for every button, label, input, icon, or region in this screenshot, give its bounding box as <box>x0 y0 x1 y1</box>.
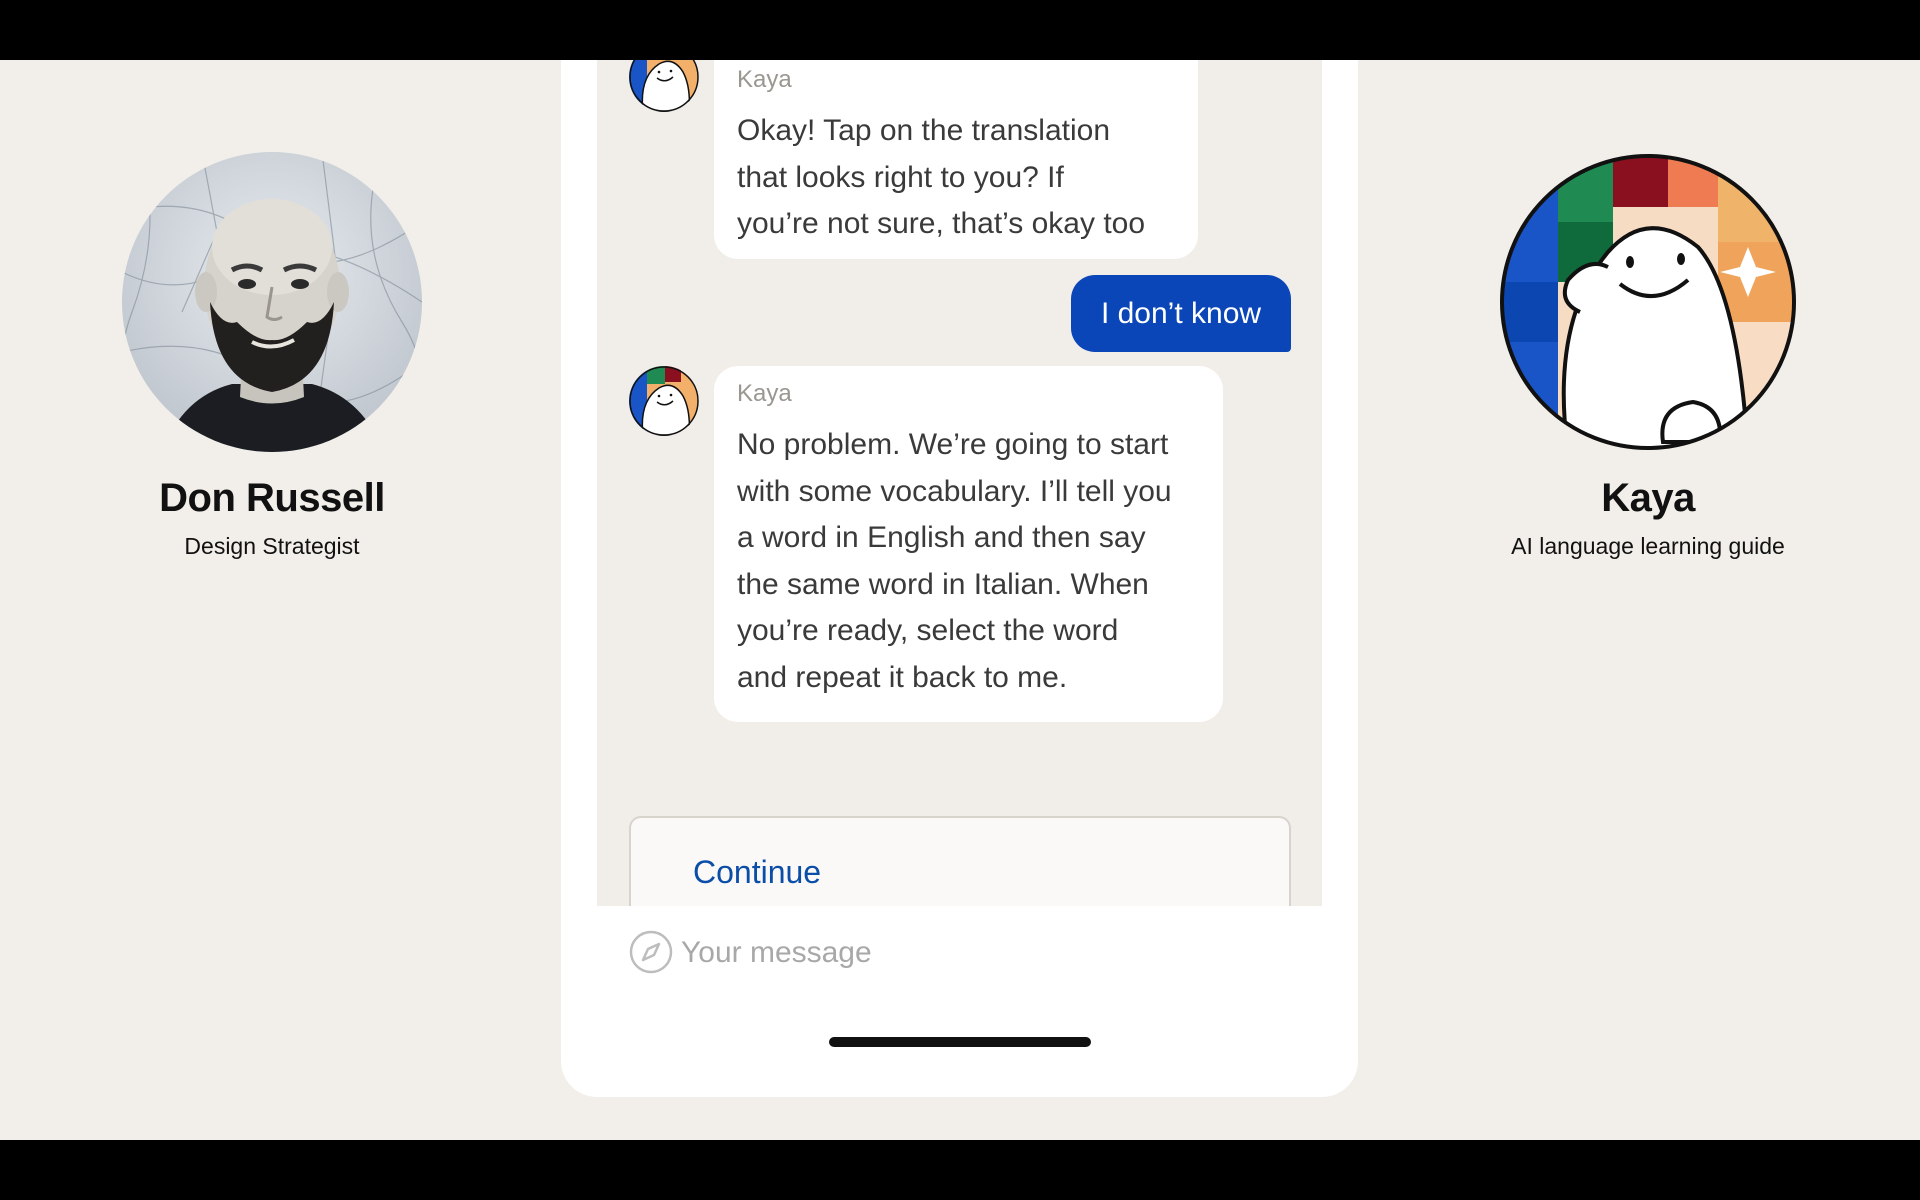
letterbox-bottom <box>0 1140 1920 1200</box>
kaya-message-bubble: Kaya Okay! Tap on the translation that l… <box>714 60 1198 259</box>
message-text: Okay! Tap on the translation that looks … <box>737 114 1146 240</box>
left-speaker-name: Don Russell <box>159 476 385 520</box>
speaker-portrait-photo <box>122 152 422 452</box>
presentation-stage: Don Russell Design Strategist Kaya AI la… <box>0 60 1920 1140</box>
compass-icon[interactable] <box>629 930 673 979</box>
right-speaker-card: Kaya AI language learning guide <box>1438 152 1858 560</box>
phone-mockup: Kaya Okay! Tap on the translation that l… <box>561 60 1358 1097</box>
message-sender: Kaya <box>737 380 792 407</box>
user-message-bubble: I don’t know <box>1071 275 1291 352</box>
left-speaker-card: Don Russell Design Strategist <box>62 152 482 560</box>
letterbox-top <box>0 0 1920 60</box>
kaya-message-bubble: Kaya No problem. We’re going to start wi… <box>714 366 1223 722</box>
right-speaker-name: Kaya <box>1601 476 1695 520</box>
chat-thread[interactable]: Kaya Okay! Tap on the translation that l… <box>597 60 1322 906</box>
kaya-mascot-portrait <box>1498 152 1798 452</box>
right-speaker-role: AI language learning guide <box>1511 533 1785 559</box>
message-composer <box>597 906 1322 1016</box>
message-sender: Kaya <box>737 66 792 93</box>
message-text: No problem. We’re going to start with so… <box>737 428 1172 694</box>
kaya-avatar-icon <box>629 60 699 112</box>
kaya-avatar-icon <box>629 366 699 436</box>
message-input[interactable] <box>681 930 1281 976</box>
left-speaker-role: Design Strategist <box>184 533 360 559</box>
home-indicator[interactable] <box>829 1037 1091 1047</box>
continue-button[interactable]: Continue <box>629 816 1291 906</box>
